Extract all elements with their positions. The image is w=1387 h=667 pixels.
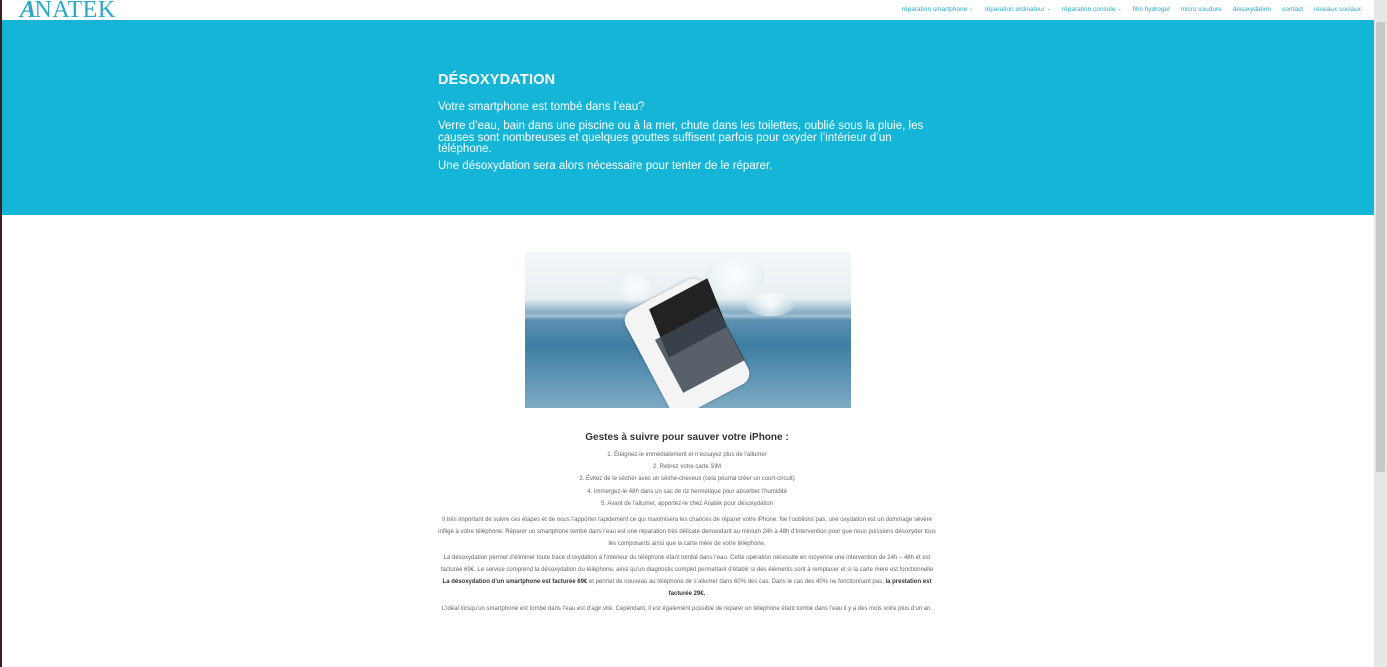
- chevron-down-icon: ⌄: [1117, 6, 1122, 12]
- nav-item-label: réparation smartphone: [901, 6, 968, 13]
- list-item: 3. Évitez de le sécher avec un sèche-che…: [579, 476, 795, 483]
- price-highlight: La désoxydation d’un smartphone est fact…: [442, 579, 588, 585]
- paragraph-importance: Il très important de suivre ces étapes e…: [438, 517, 936, 547]
- nav-item-label: réparation ordinateur: [984, 6, 1045, 13]
- nav-item-micro-soudure[interactable]: micro soudure: [1181, 5, 1222, 14]
- nav-item-label: désoxydation: [1232, 6, 1272, 13]
- hero-line-causes: Verre d’eau, bain dans une piscine ou à …: [438, 120, 924, 155]
- hero-line-question: Votre smartphone est tombé dans l’eau?: [438, 101, 645, 113]
- splash-shape: [705, 256, 765, 296]
- paragraph-text: La désoxydation permet d’éliminer toute …: [440, 555, 934, 573]
- nav-item-reparation-smartphone[interactable]: réparation smartphone ⌄: [902, 5, 974, 14]
- splash-shape: [745, 292, 795, 316]
- paragraph-text: et permet de nouveau au téléphone de s’a…: [587, 579, 886, 585]
- chevron-down-icon: ⌄: [1046, 6, 1051, 12]
- nav-item-contact[interactable]: contact: [1282, 5, 1303, 14]
- hero-line-conclusion: Une désoxydation sera alors nécessaire p…: [438, 160, 773, 172]
- list-item: 2. Retirez votre carte SIM: [652, 464, 722, 471]
- phone-in-water-photo: [525, 252, 851, 408]
- nav-item-film-hydrogel[interactable]: film hydrogel: [1133, 5, 1170, 14]
- list-item: 1. Éteignez-le immédiatement et n’essaye…: [607, 452, 767, 458]
- nav-item-label: contact: [1282, 6, 1304, 13]
- steps-list: 1. Éteignez-le immédiatement et n’essaye…: [0, 449, 1374, 510]
- nav-item-reseaux-sociaux[interactable]: réseaux sociaux: [1314, 5, 1361, 14]
- splash-shape: [615, 272, 655, 302]
- paragraph-advice: L’idéal lorsqu’un smartphone est tombé d…: [441, 606, 933, 612]
- nav-item-label: micro soudure: [1180, 6, 1222, 13]
- main-nav: réparation smartphone ⌄ réparation ordin…: [902, 5, 1361, 14]
- hero-banner: DÉSOXYDATION Votre smartphone est tombé …: [2, 20, 1374, 215]
- list-item: 5. Avant de l’allumer, apportez-le chez …: [601, 500, 773, 507]
- nav-item-label: réseaux sociaux: [1314, 6, 1361, 13]
- nav-item-reparation-console[interactable]: réparation console ⌄: [1062, 5, 1122, 14]
- nav-item-label: réparation console: [1062, 6, 1116, 13]
- paragraph-pricing: La désoxydation permet d’éliminer toute …: [437, 552, 937, 600]
- chevron-down-icon: ⌄: [969, 6, 974, 12]
- section-title: Gestes à suivre pour sauver votre iPhone…: [585, 432, 789, 443]
- scrollbar-thumb[interactable]: [1376, 22, 1385, 472]
- site-header: ANATEK réparation smartphone ⌄ réparatio…: [2, 0, 1374, 23]
- nav-item-reparation-ordinateur[interactable]: réparation ordinateur ⌄: [984, 5, 1051, 14]
- nav-item-label: film hydrogel: [1132, 6, 1170, 13]
- nav-item-desoxydation[interactable]: désoxydation: [1233, 5, 1271, 14]
- list-item: 4. Immergez-le 48h dans un sac de riz he…: [587, 488, 787, 495]
- page-title: DÉSOXYDATION: [438, 72, 556, 88]
